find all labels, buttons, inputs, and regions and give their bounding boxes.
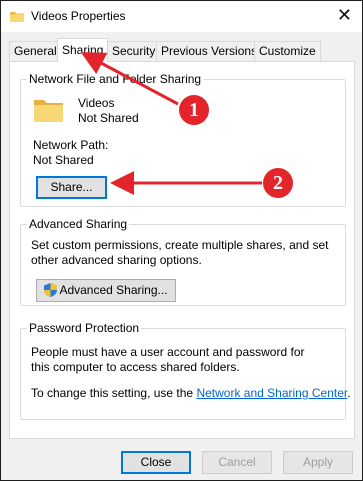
change-setting-prefix: To change this setting, use the [31,386,197,400]
tab-general[interactable]: General [9,41,62,61]
advanced-sharing-description: Set custom permissions, create multiple … [31,238,329,267]
tab-previous-versions[interactable]: Previous Versions [156,41,263,61]
cancel-button[interactable]: Cancel [202,451,272,474]
tab-sharing[interactable]: Sharing [57,38,109,62]
close-button[interactable]: Close [121,451,191,474]
folder-icon [34,100,63,122]
tab-security[interactable]: Security [107,41,161,61]
folder-name: Videos [78,96,115,110]
title-bar: Videos Properties ✕ [1,1,362,32]
share-button[interactable]: Share... [36,176,107,199]
network-path-value: Not Shared [33,153,94,167]
tab-customize[interactable]: Customize [254,41,321,61]
apply-button[interactable]: Apply [283,451,353,474]
close-window-button[interactable]: ✕ [337,6,352,24]
password-protection-description: People must have a user account and pass… [31,345,305,374]
folder-icon [10,12,24,22]
folder-status: Not Shared [78,111,139,125]
password-protection-title: Password Protection [27,321,142,335]
uac-shield-icon [44,283,58,297]
network-path-label: Network Path: [33,138,109,152]
network-sharing-title: Network File and Folder Sharing [27,72,204,86]
network-sharing-center-link[interactable]: Network and Sharing Center [196,386,347,400]
change-setting-text: To change this setting, use the Network … [31,386,351,401]
advanced-sharing-label: Advanced Sharing... [59,283,168,297]
change-setting-suffix: . [347,386,351,400]
annotation-badge-2: 2 [263,168,293,198]
advanced-sharing-group: Advanced Sharing Set custom permissions,… [20,217,346,306]
password-protection-group: Password Protection People must have a u… [20,321,351,420]
window-title: Videos Properties [31,9,126,23]
properties-window: Videos Properties ✕ General Sharing Secu… [0,0,363,481]
advanced-sharing-title: Advanced Sharing [27,217,130,231]
annotation-badge-1: 1 [179,95,209,125]
advanced-sharing-button[interactable]: Advanced Sharing... [36,279,176,302]
